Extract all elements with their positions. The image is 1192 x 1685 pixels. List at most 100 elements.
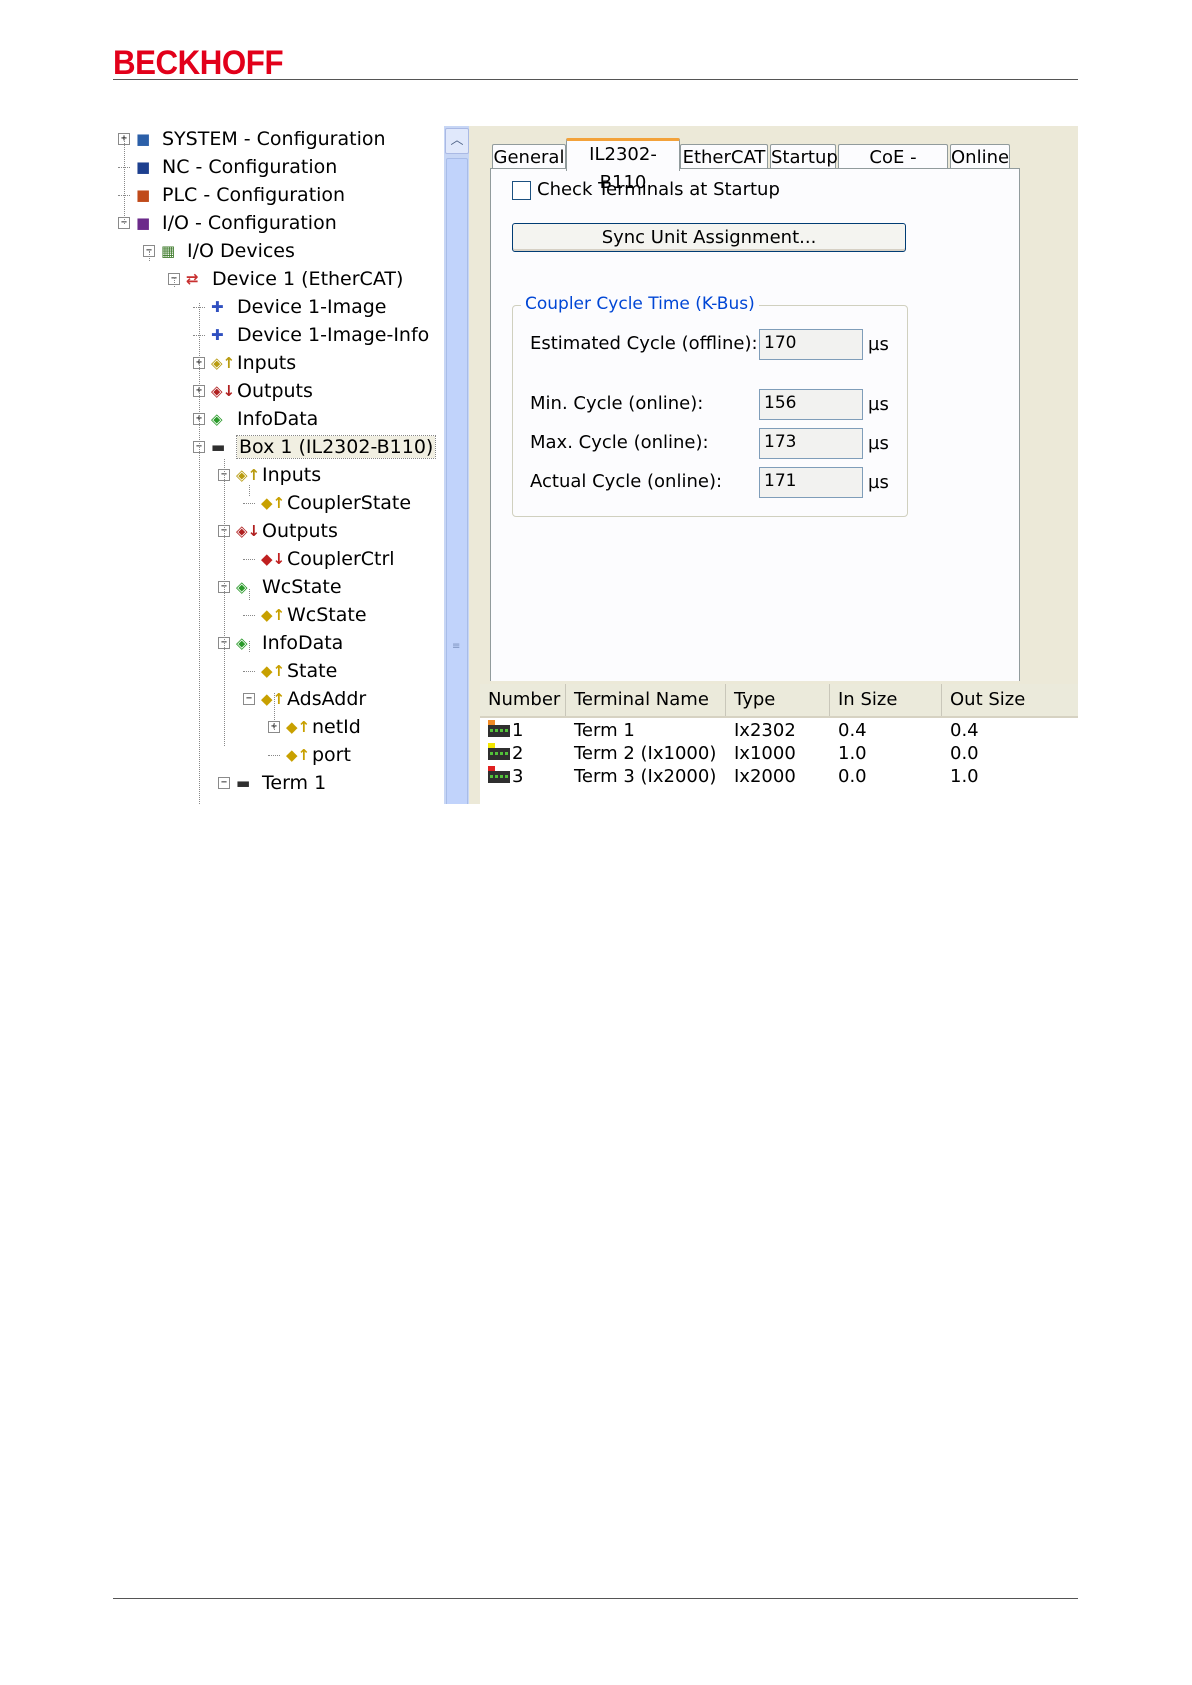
tree-guide-line xyxy=(199,303,200,804)
tree-guide-line xyxy=(249,589,250,600)
terminal-icon xyxy=(488,766,510,783)
tree-item[interactable]: ◆↓ CouplerCtrl xyxy=(243,545,395,573)
estimated-cycle-field: 170 xyxy=(759,329,863,360)
tree-item[interactable]: − ▦ I/O Devices xyxy=(143,237,295,265)
tree-item[interactable]: − ◈↑ Inputs xyxy=(218,461,321,489)
tree-item-label: WcState xyxy=(287,604,367,626)
splitter[interactable] xyxy=(469,126,480,804)
collapse-icon[interactable]: − xyxy=(218,777,230,789)
scroll-up-button[interactable]: ︿ xyxy=(445,128,469,154)
tree-connector xyxy=(243,614,255,616)
tree-scrollbar[interactable]: ︿ ≡ xyxy=(444,126,469,804)
netid-icon: ◆↑ xyxy=(286,718,311,736)
tab-bar: General IL2302-B110 EtherCAT Startup CoE… xyxy=(480,136,1078,194)
col-in-size[interactable]: In Size xyxy=(830,684,942,716)
inputs-icon: ◈↑ xyxy=(236,466,261,484)
tree-item-label: netId xyxy=(312,716,361,738)
tab-online[interactable]: Online xyxy=(950,144,1010,170)
tree-item[interactable]: ✚ Device 1-Image xyxy=(193,293,386,321)
tree-item-label: PLC - Configuration xyxy=(162,184,346,206)
input-var-icon: ◆↑ xyxy=(261,606,286,624)
tree-item[interactable]: − ▬ Box 1 (IL2302-B110) xyxy=(193,433,437,461)
cell-in: 0.4 xyxy=(838,720,867,741)
estimated-cycle-unit: µs xyxy=(868,334,889,355)
tree-item[interactable]: + ◈↓ Outputs xyxy=(193,377,313,405)
tree-item[interactable]: + ■ SYSTEM - Configuration xyxy=(118,126,386,153)
cell-type: Ix2302 xyxy=(734,720,796,741)
tree-item[interactable]: ■ NC - Configuration xyxy=(118,153,337,181)
twincat-window: + ■ SYSTEM - Configuration ■ NC - Configurat… xyxy=(118,126,1078,804)
tree-item[interactable]: − ◈ InfoData xyxy=(218,629,343,657)
tab-startup[interactable]: Startup xyxy=(770,144,838,170)
collapse-icon[interactable]: − xyxy=(243,693,255,705)
terminal-table: Number Terminal Name Type In Size Out Si… xyxy=(480,681,1078,804)
terminal-number: 1 xyxy=(512,720,524,741)
tree-item[interactable]: ✚ Device 1-Image-Info xyxy=(193,321,429,349)
tree-item[interactable]: − ▬ Term 1 xyxy=(218,769,326,797)
col-terminal-name[interactable]: Terminal Name xyxy=(566,684,726,716)
col-type[interactable]: Type xyxy=(726,684,830,716)
cell-out: 1.0 xyxy=(950,766,979,787)
max-cycle-unit: µs xyxy=(868,433,889,454)
tree-guide-line xyxy=(149,251,150,261)
cell-out: 0.4 xyxy=(950,720,979,741)
tree-item-label: SYSTEM - Configuration xyxy=(162,128,386,150)
tree-item[interactable]: − ◆↑ AdsAddr xyxy=(243,685,366,713)
tab-coe-online[interactable]: CoE - Online xyxy=(838,144,948,194)
cell-name: Term 3 (Ix2000) xyxy=(574,766,717,787)
tree-item[interactable]: ◆↑ WcState xyxy=(243,601,367,629)
infodata-icon: ◈ xyxy=(211,410,223,428)
tree-item-label: I/O Devices xyxy=(187,240,295,262)
tree-item-label: CouplerCtrl xyxy=(287,548,395,570)
tree-item[interactable]: − ■ I/O - Configuration xyxy=(118,209,337,237)
tree-item[interactable]: ◆↑ State xyxy=(243,657,337,685)
inputs-icon: ◈↑ xyxy=(211,354,236,372)
ethercat-device-icon: ⇄ xyxy=(186,270,199,288)
tree-item[interactable]: ◆↑ CouplerState xyxy=(243,489,411,517)
table-row[interactable]: 3 Term 3 (Ix2000) Ix2000 0.0 1.0 xyxy=(480,765,1078,788)
col-out-size[interactable]: Out Size xyxy=(942,684,1078,716)
tree-item-label: Inputs xyxy=(237,352,297,374)
tree-item-label: Outputs xyxy=(262,520,338,542)
tree-item[interactable]: + ◈ InfoData xyxy=(193,405,318,433)
tree-item-label: Outputs xyxy=(237,380,313,402)
output-var-icon: ◆↓ xyxy=(261,550,286,568)
box-icon: ▬ xyxy=(211,438,226,456)
tree-item-label: Inputs xyxy=(262,464,322,486)
image-icon: ✚ xyxy=(211,298,224,316)
infodata-icon: ◈ xyxy=(236,634,248,652)
tab-ethercat[interactable]: EtherCAT xyxy=(680,144,768,170)
scroll-thumb[interactable] xyxy=(446,158,468,804)
min-cycle-label: Min. Cycle (online): xyxy=(530,393,704,414)
tree-item-label: Term 1 xyxy=(262,772,327,794)
tree-item[interactable]: ◆↑ port xyxy=(268,741,351,769)
tab-general[interactable]: General xyxy=(492,144,566,170)
actual-cycle-unit: µs xyxy=(868,472,889,493)
cell-out: 0.0 xyxy=(950,743,979,764)
plc-config-icon: ■ xyxy=(136,186,151,204)
tree-item-label: InfoData xyxy=(237,408,319,430)
tree-item[interactable]: − ◈ WcState xyxy=(218,573,342,601)
nc-config-icon: ■ xyxy=(136,158,151,176)
check-terminals-checkbox[interactable] xyxy=(512,181,531,200)
tree-item[interactable]: ■ PLC - Configuration xyxy=(118,181,345,209)
tree-item[interactable]: + ◈↑ Inputs xyxy=(193,349,296,377)
cell-number: 2 xyxy=(488,742,523,765)
tree-item[interactable]: − ⇄ Device 1 (EtherCAT) xyxy=(168,265,403,293)
group-title: Coupler Cycle Time (K-Bus) xyxy=(521,294,759,314)
table-row[interactable]: 1 Term 1 Ix2302 0.4 0.4 xyxy=(480,719,1078,742)
col-number[interactable]: Number xyxy=(480,684,566,716)
tab-il2302-b110[interactable]: IL2302-B110 xyxy=(566,138,680,193)
config-tree[interactable]: + ■ SYSTEM - Configuration ■ NC - Configurat… xyxy=(118,126,444,804)
tree-connector xyxy=(243,670,255,672)
tree-guide-line xyxy=(224,459,225,746)
tree-guide-line xyxy=(249,641,250,652)
sync-unit-assignment-button[interactable]: Sync Unit Assignment... xyxy=(512,223,906,252)
table-row[interactable]: 2 Term 2 (Ix1000) Ix1000 1.0 0.0 xyxy=(480,742,1078,765)
input-var-icon: ◆↑ xyxy=(286,746,311,764)
image-info-icon: ✚ xyxy=(211,326,224,344)
tab-page: Check Terminals at Startup Sync Unit Ass… xyxy=(490,168,1020,681)
tree-item[interactable]: + ◆↑ netId xyxy=(268,713,361,741)
tree-item[interactable]: − ◈↓ Outputs xyxy=(218,517,338,545)
max-cycle-field: 173 xyxy=(759,428,863,459)
